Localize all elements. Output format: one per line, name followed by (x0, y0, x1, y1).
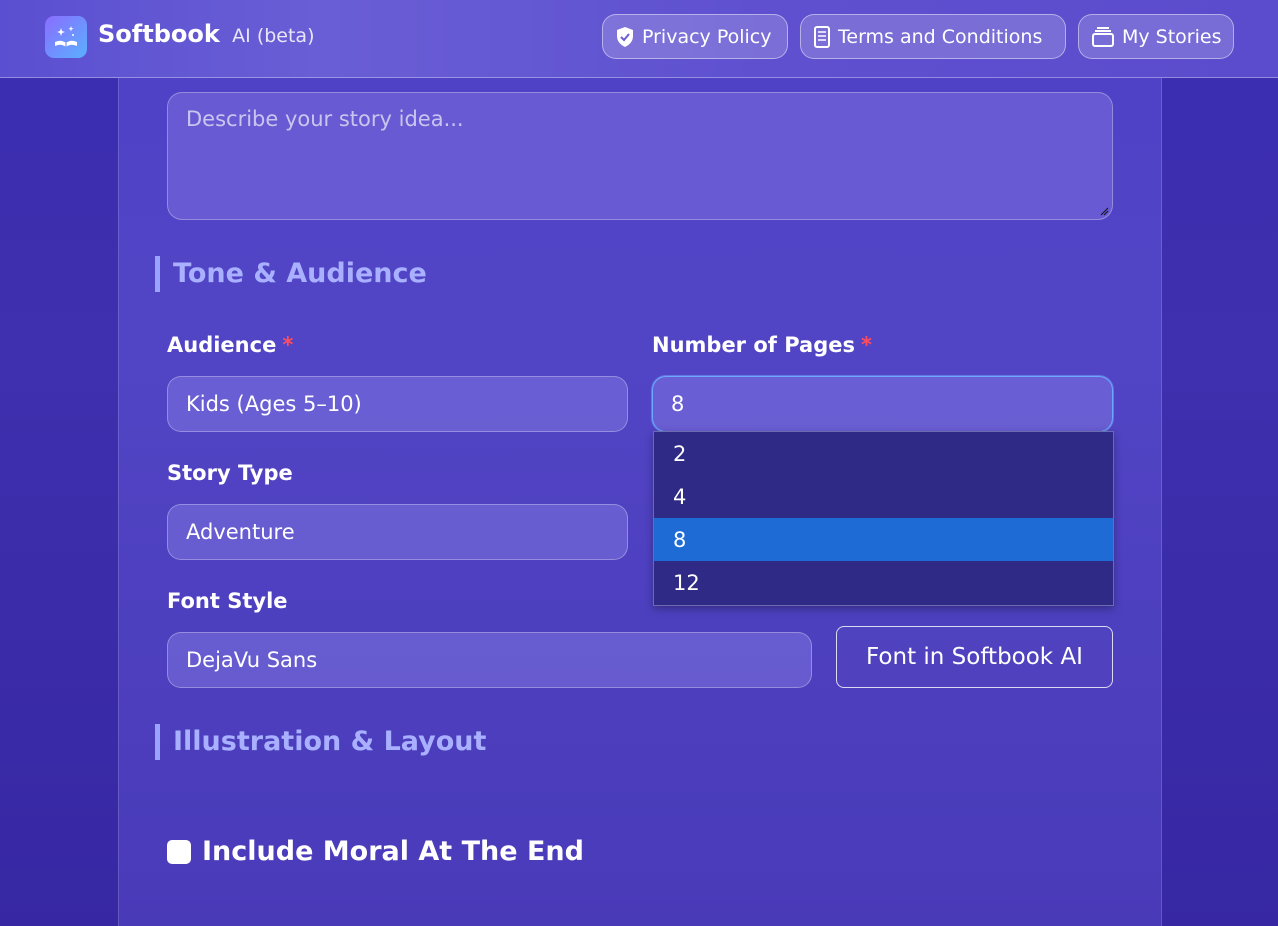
story-idea-textarea[interactable]: Describe your story idea... (167, 92, 1113, 220)
privacy-policy-label: Privacy Policy (642, 25, 772, 48)
document-icon (814, 25, 830, 48)
terms-label: Terms and Conditions (838, 25, 1043, 48)
top-header: Softbook AI (beta) Privacy Policy Terms … (0, 0, 1278, 78)
book-sparkle-icon (55, 26, 77, 47)
pages-option-label: 12 (673, 570, 700, 595)
background-left (0, 78, 118, 926)
privacy-policy-button[interactable]: Privacy Policy (602, 14, 788, 59)
section-tone-audience: Tone & Audience (155, 256, 427, 292)
audience-select[interactable]: Kids (Ages 5–10) (167, 376, 628, 432)
my-stories-button[interactable]: My Stories (1078, 14, 1234, 59)
font-style-label: Font Style (167, 589, 288, 613)
audience-label-text: Audience (167, 333, 277, 357)
background-right (1162, 78, 1278, 926)
required-marker: * (861, 333, 872, 357)
moral-checkbox-label: Include Moral At The End (202, 836, 584, 867)
shield-icon (617, 26, 633, 47)
pages-option-label: 4 (673, 484, 687, 509)
pages-option-label: 8 (673, 527, 687, 552)
brand-title[interactable]: Softbook AI (beta) (98, 20, 314, 48)
terms-button[interactable]: Terms and Conditions (800, 14, 1066, 59)
pages-option[interactable]: 2 (654, 432, 1113, 475)
pages-option-selected[interactable]: 8 (654, 518, 1113, 561)
audience-label: Audience * (167, 333, 293, 357)
pages-option[interactable]: 12 (654, 561, 1113, 604)
pages-label: Number of Pages * (652, 333, 872, 357)
brand-subtitle: AI (beta) (232, 25, 315, 47)
font-in-softbook-button[interactable]: Font in Softbook AI (836, 626, 1113, 688)
stack-icon (1092, 26, 1114, 47)
story-type-label: Story Type (167, 461, 293, 485)
pages-select[interactable]: 8 (652, 376, 1113, 432)
pages-option[interactable]: 4 (654, 475, 1113, 518)
pages-dropdown: 2 4 8 12 (653, 431, 1114, 606)
app-logo[interactable] (45, 16, 87, 58)
font-style-select[interactable]: DejaVu Sans (167, 632, 812, 688)
story-type-value: Adventure (186, 520, 295, 544)
section-illustration-layout: Illustration & Layout (155, 724, 486, 760)
moral-checkbox[interactable] (167, 839, 191, 864)
brand-name: Softbook (98, 20, 220, 48)
pages-option-label: 2 (673, 441, 687, 466)
audience-value: Kids (Ages 5–10) (186, 392, 362, 416)
pages-label-text: Number of Pages (652, 333, 855, 357)
story-idea-placeholder: Describe your story idea... (186, 107, 464, 131)
story-type-select[interactable]: Adventure (167, 504, 628, 560)
pages-value: 8 (671, 392, 685, 416)
moral-checkbox-row[interactable]: Include Moral At The End (167, 836, 584, 867)
resize-grip-icon[interactable] (1099, 206, 1109, 216)
my-stories-label: My Stories (1122, 25, 1222, 48)
font-style-value: DejaVu Sans (186, 648, 318, 672)
required-marker: * (282, 333, 294, 357)
